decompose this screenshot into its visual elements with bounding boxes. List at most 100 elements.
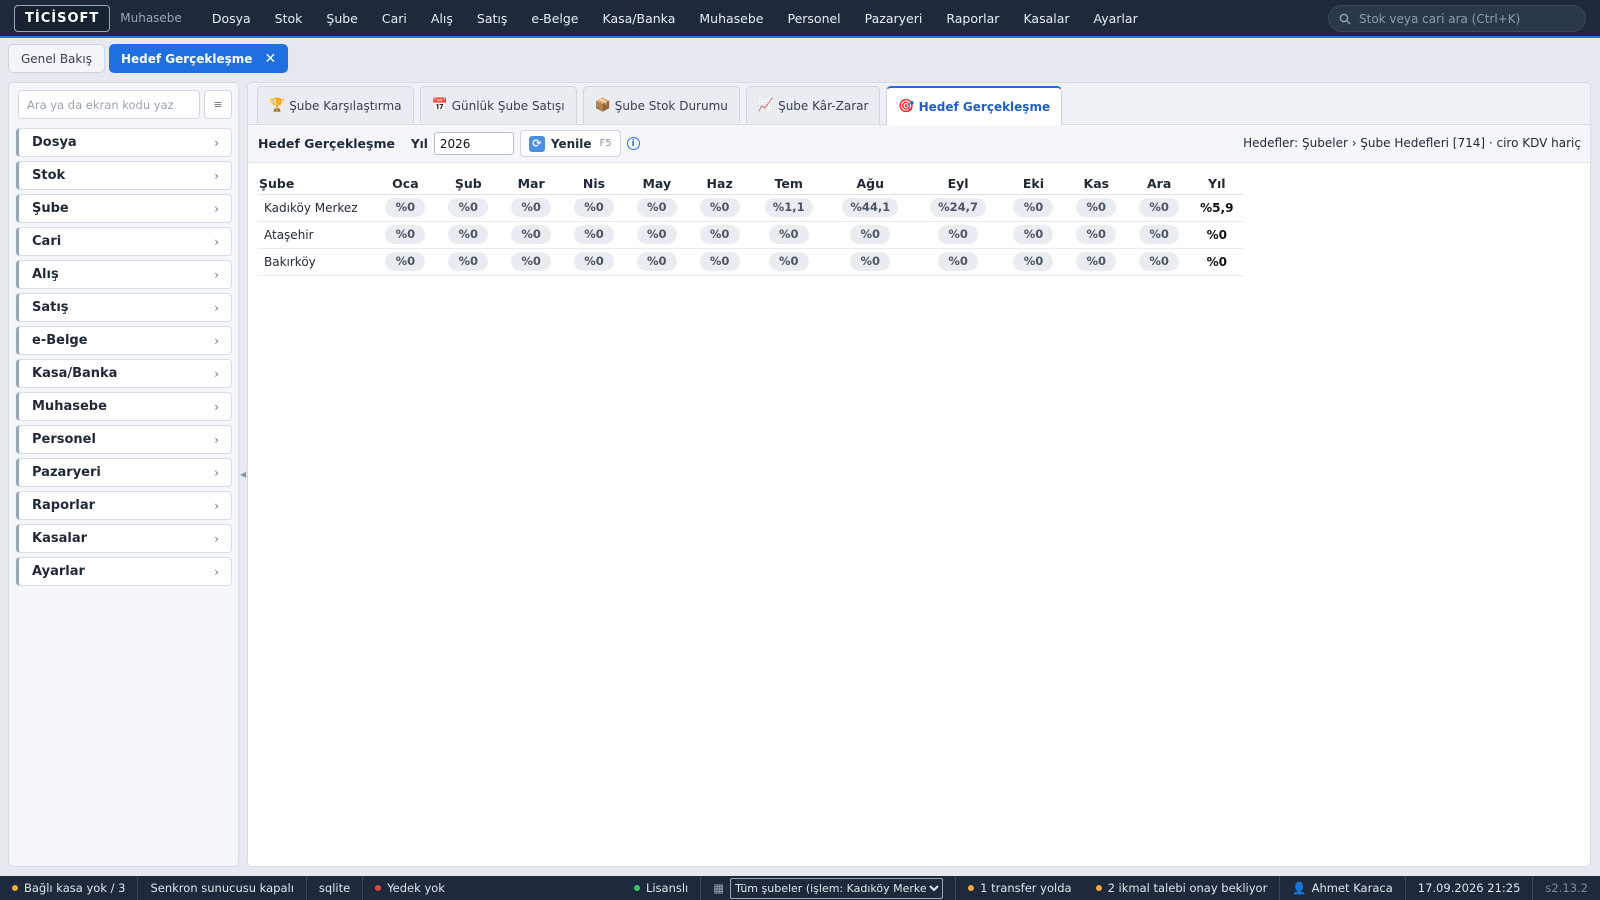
user-name: Ahmet Karaca [1311, 881, 1393, 895]
tab-hedef-gerceklesme[interactable]: Hedef Gerçekleşme ✕ [108, 44, 289, 73]
month-cell: %0 [1127, 221, 1191, 249]
tab-gunluk-sube-satisi[interactable]: 📅 Günlük Şube Satışı [419, 86, 577, 124]
sidebar-item-kasa-banka[interactable]: Kasa/Banka › [16, 359, 232, 388]
menu-alis[interactable]: Alış [419, 11, 465, 26]
menu-satis[interactable]: Satış [465, 11, 519, 26]
month-cell: %0 [562, 248, 626, 276]
user-status[interactable]: 👤 Ahmet Karaca [1280, 876, 1406, 900]
chevron-right-icon: › [214, 399, 219, 414]
percent-badge: %0 [573, 252, 614, 271]
sidebar-item-raporlar[interactable]: Raporlar › [16, 491, 232, 520]
top-menu: Dosya Stok Şube Cari Alış Satış e-Belge … [200, 11, 1150, 26]
menu-muhasebe[interactable]: Muhasebe [687, 11, 775, 26]
percent-badge: %0 [448, 225, 489, 244]
tab-sube-karsilastirma[interactable]: 🏆 Şube Karşılaştırma [257, 86, 414, 124]
sidebar-item-sube[interactable]: Şube › [16, 194, 232, 223]
column-header: Yıl [1190, 173, 1243, 195]
sidebar-item-kasalar[interactable]: Kasalar › [16, 524, 232, 553]
tab-genel-bakis[interactable]: Genel Bakış [8, 44, 105, 73]
sidebar-item-stok[interactable]: Stok › [16, 161, 232, 190]
collapse-sidebar-icon[interactable]: ◀ [240, 470, 246, 482]
branch-select[interactable]: Tüm şubeler (işlem: Kadıköy Merkez) [730, 877, 944, 899]
refresh-label: Yenile [550, 136, 592, 151]
month-cell: %0 [826, 248, 915, 276]
percent-badge: %0 [938, 252, 979, 271]
month-cell: %0 [1127, 194, 1191, 222]
year-label: Yıl [410, 136, 428, 151]
table-row[interactable]: Kadıköy Merkez %0 %0 %0 %0 %0 %0 %1,1 %44,1 %24,7… [258, 194, 1243, 222]
sidebar-item-personel[interactable]: Personel › [16, 425, 232, 454]
menu-stok[interactable]: Stok [263, 11, 315, 26]
tab-hedef-gerceklesme-report[interactable]: 🎯 Hedef Gerçekleşme [886, 86, 1063, 125]
sidebar-item-label: Alış [32, 267, 59, 282]
month-cell: %0 [499, 248, 563, 276]
percent-badge: %0 [1139, 198, 1180, 217]
percent-badge: %1,1 [764, 198, 813, 217]
menu-pazaryeri[interactable]: Pazaryeri [853, 11, 935, 26]
page-tab-strip: Genel Bakış Hedef Gerçekleşme ✕ [0, 40, 1600, 77]
sidebar-item-label: Personel [32, 432, 96, 447]
table-row[interactable]: Ataşehir %0 %0 %0 %0 %0 %0 %0 %0 %0 %0 %0 %0 %0 [258, 221, 1243, 249]
column-header: Mar [499, 173, 563, 195]
transfer-status[interactable]: 1 transfer yolda [956, 876, 1083, 900]
version-text: s2.13.2 [1545, 881, 1588, 895]
sidebar-item-label: Kasalar [32, 531, 87, 546]
menu-e-belge[interactable]: e-Belge [519, 11, 590, 26]
menu-list-icon[interactable]: ≡ [204, 90, 232, 119]
menu-ayarlar[interactable]: Ayarlar [1082, 11, 1150, 26]
chevron-right-icon: › [214, 465, 219, 480]
menu-personel[interactable]: Personel [775, 11, 852, 26]
table-body: Kadıköy Merkez %0 %0 %0 %0 %0 %0 %1,1 %44,1 %24,7… [258, 194, 1243, 276]
menu-kasa-banka[interactable]: Kasa/Banka [591, 11, 688, 26]
sidebar-item-e-belge[interactable]: e-Belge › [16, 326, 232, 355]
tab-sube-stok-durumu[interactable]: 📦 Şube Stok Durumu [582, 86, 740, 124]
info-icon[interactable]: i [626, 137, 640, 150]
building-icon: ▦ [713, 881, 725, 895]
status-bar: Bağlı kasa yok / 3 Senkron sunucusu kapa… [0, 876, 1600, 900]
percent-badge: %0 [511, 252, 552, 271]
menu-sube[interactable]: Şube [314, 11, 369, 26]
menu-raporlar[interactable]: Raporlar [934, 11, 1011, 26]
chevron-right-icon: › [214, 333, 219, 348]
month-cell: %0 [1002, 194, 1065, 222]
table-row[interactable]: Bakırköy %0 %0 %0 %0 %0 %0 %0 %0 %0 %0 %0 %0 %0 [258, 248, 1243, 276]
sidebar-item-label: Dosya [32, 135, 77, 150]
app-logo[interactable]: TİCİSOFT [14, 4, 111, 32]
menu-cari[interactable]: Cari [370, 11, 419, 26]
sidebar-item-cari[interactable]: Cari › [16, 227, 232, 256]
sidebar-search-input[interactable] [19, 91, 199, 118]
month-cell: %0 [751, 248, 827, 276]
global-search-input[interactable] [1359, 11, 1574, 26]
sidebar-item-muhasebe[interactable]: Muhasebe › [16, 392, 232, 421]
menu-dosya[interactable]: Dosya [200, 11, 263, 26]
chevron-right-icon: › [214, 498, 219, 513]
refresh-button[interactable]: ⟳ Yenile F5 [519, 130, 621, 157]
sidebar-item-alis[interactable]: Alış › [16, 260, 232, 289]
percent-badge: %0 [850, 225, 891, 244]
percent-badge: %0 [1076, 225, 1117, 244]
sidebar-item-dosya[interactable]: Dosya › [16, 128, 232, 157]
chevron-right-icon: › [214, 432, 219, 447]
sidebar-menu: Dosya › Stok › Şube › Cari › Alış › Satış › e-… [16, 128, 232, 590]
datetime-status: 17.09.2026 21:25 [1406, 876, 1534, 900]
percent-badge: %0 [1076, 198, 1117, 217]
global-search [1328, 5, 1586, 32]
month-cell: %0 [499, 221, 563, 249]
sidebar-item-pazaryeri[interactable]: Pazaryeri › [16, 458, 232, 487]
sidebar-item-satis[interactable]: Satış › [16, 293, 232, 322]
close-icon[interactable]: ✕ [264, 51, 276, 67]
supply-status[interactable]: 2 ikmal talebi onay bekliyor [1084, 876, 1281, 900]
status-dot [968, 885, 975, 891]
sidebar-item-ayarlar[interactable]: Ayarlar › [16, 557, 232, 586]
menu-kasalar[interactable]: Kasalar [1011, 11, 1081, 26]
percent-badge: %0 [636, 252, 677, 271]
tab-sube-kar-zarar[interactable]: 📈 Şube Kâr-Zarar [745, 86, 881, 124]
year-input[interactable] [433, 132, 514, 155]
month-cell: %0 [562, 221, 626, 249]
percent-badge: %0 [385, 225, 426, 244]
trophy-icon: 🏆 [269, 98, 286, 113]
status-dot [1095, 885, 1102, 891]
percent-badge: %0 [385, 198, 426, 217]
month-cell: %0 [1002, 248, 1065, 276]
version-status: s2.13.2 [1533, 876, 1600, 900]
